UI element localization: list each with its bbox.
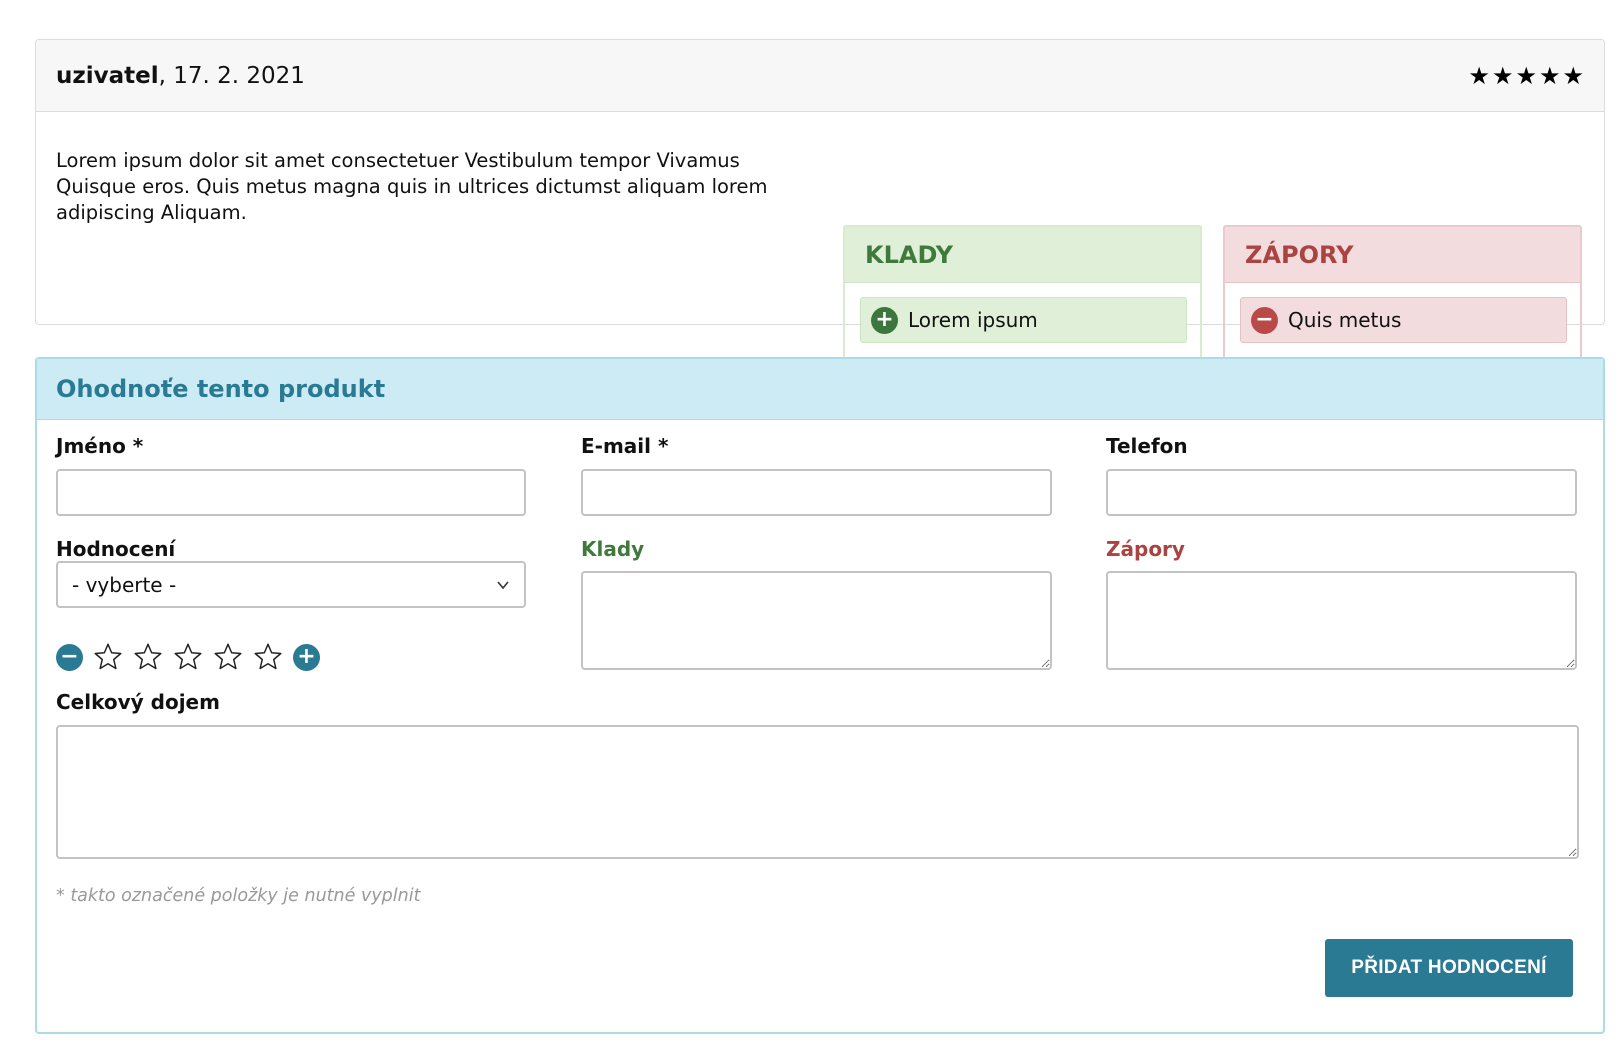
review-text: Lorem ipsum dolor sit amet consectetuer …	[56, 149, 768, 224]
star-filled-icon: ★	[1468, 61, 1490, 90]
review-date: , 17. 2. 2021	[158, 62, 305, 89]
star-filled-icon: ★	[1491, 61, 1514, 90]
name-label: Jméno *	[56, 434, 144, 458]
phone-label: Telefon	[1106, 434, 1188, 458]
overall-textarea[interactable]	[56, 725, 1579, 859]
rating-select[interactable]: - vyberte -	[56, 561, 526, 608]
star-outline-icon[interactable]	[213, 642, 243, 672]
rating-form: Ohodnoťe tento produkt Jméno * E-mail * …	[35, 357, 1605, 1034]
minus-circle-icon[interactable]: −	[56, 643, 83, 671]
required-note: * takto označené položky je nutné vyplni…	[56, 886, 421, 906]
cons-title: ZÁPORY	[1225, 227, 1580, 283]
star-outline-icon[interactable]	[93, 642, 123, 672]
review-card: uzivatel, 17. 2. 2021 ★ ★ ★ ★ ★ Lorem ip…	[35, 39, 1605, 361]
chevron-down-icon	[497, 580, 509, 589]
star-filled-icon: ★	[1538, 61, 1561, 90]
rating-stars-control: − +	[56, 642, 320, 672]
cons-textarea[interactable]	[1106, 571, 1577, 670]
star-filled-icon: ★	[1515, 61, 1537, 90]
review-header: uzivatel, 17. 2. 2021 ★ ★ ★ ★ ★	[36, 40, 1604, 112]
pros-label: Klady	[581, 537, 645, 561]
review-rating-stars: ★ ★ ★ ★ ★	[1468, 64, 1584, 88]
email-label: E-mail *	[581, 434, 669, 458]
pros-title: KLADY	[845, 227, 1200, 283]
pros-textarea[interactable]	[581, 571, 1052, 670]
pros-box: KLADY + Lorem ipsum	[843, 225, 1202, 361]
star-filled-icon: ★	[1562, 61, 1584, 90]
rating-select-value: - vyberte -	[72, 572, 177, 597]
cons-item: − Quis metus	[1240, 297, 1567, 343]
review-body: Lorem ipsum dolor sit amet consectetuer …	[36, 112, 1604, 361]
submit-button[interactable]: PŘIDAT HODNOCENÍ	[1325, 939, 1573, 997]
form-title: Ohodnoťe tento produkt	[37, 359, 1603, 420]
review-author-line: uzivatel, 17. 2. 2021	[56, 63, 305, 89]
email-input[interactable]	[581, 469, 1052, 516]
cons-label: Zápory	[1106, 537, 1185, 561]
phone-input[interactable]	[1106, 469, 1577, 516]
star-outline-icon[interactable]	[173, 642, 203, 672]
pros-item: + Lorem ipsum	[860, 297, 1187, 343]
name-input[interactable]	[56, 469, 526, 516]
plus-circle-icon: +	[871, 306, 898, 334]
minus-circle-icon: −	[1251, 306, 1278, 334]
cons-box: ZÁPORY − Quis metus	[1223, 225, 1582, 361]
review-author: uzivatel	[56, 62, 159, 89]
star-outline-icon[interactable]	[253, 642, 283, 672]
plus-circle-icon[interactable]: +	[293, 643, 320, 671]
rating-label: Hodnocení	[56, 537, 176, 561]
overall-label: Celkový dojem	[56, 690, 220, 714]
cons-item-text: Quis metus	[1288, 308, 1402, 332]
star-outline-icon[interactable]	[133, 642, 163, 672]
pros-item-text: Lorem ipsum	[908, 308, 1038, 332]
